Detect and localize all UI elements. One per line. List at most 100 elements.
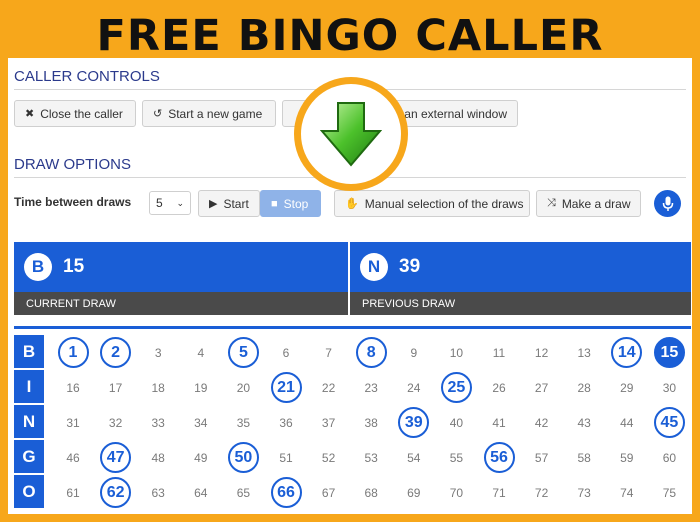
board-cell[interactable]: 26 [478, 370, 520, 405]
board-cell[interactable]: 45 [648, 405, 690, 440]
current-draw-panel: B 15 [14, 242, 348, 292]
board-cell[interactable]: 56 [478, 440, 520, 475]
board-cell[interactable]: 8 [350, 335, 392, 370]
time-between-draws-select[interactable]: 5 ⌄ [149, 191, 191, 215]
board-cell[interactable]: 69 [393, 475, 435, 510]
board-cell[interactable]: 29 [606, 370, 648, 405]
start-label: Start [223, 196, 249, 211]
board-cell[interactable]: 51 [265, 440, 307, 475]
board-cell[interactable]: 44 [606, 405, 648, 440]
board-cell[interactable]: 72 [521, 475, 563, 510]
chevron-down-icon: ⌄ [176, 197, 184, 208]
board-cell[interactable]: 34 [180, 405, 222, 440]
board-cell[interactable]: 23 [350, 370, 392, 405]
board-cell[interactable]: 33 [137, 405, 179, 440]
board-cell[interactable]: 70 [435, 475, 477, 510]
board-cell[interactable]: 63 [137, 475, 179, 510]
board-row-letter: I [14, 370, 44, 403]
x-icon: ✖ [25, 108, 35, 120]
board-cell[interactable]: 47 [95, 440, 137, 475]
board-cell[interactable]: 54 [393, 440, 435, 475]
board-cell[interactable]: 21 [265, 370, 307, 405]
called-number: 15 [653, 337, 685, 368]
board-cell[interactable]: 4 [180, 335, 222, 370]
board-cell[interactable]: 59 [606, 440, 648, 475]
board-cell[interactable]: 9 [393, 335, 435, 370]
called-number: 14 [611, 337, 643, 368]
board-cell[interactable]: 66 [265, 475, 307, 510]
board-cell[interactable]: 41 [478, 405, 520, 440]
board-cell[interactable]: 74 [606, 475, 648, 510]
board-cell[interactable]: 31 [52, 405, 94, 440]
board-cell[interactable]: 55 [435, 440, 477, 475]
board-cell[interactable]: 15 [648, 335, 690, 370]
board-cell[interactable]: 52 [308, 440, 350, 475]
make-draw-button[interactable]: ⤨ Make a draw [536, 190, 641, 217]
board-cell[interactable]: 61 [52, 475, 94, 510]
board-cell[interactable]: 60 [648, 440, 690, 475]
board-cell[interactable]: 16 [52, 370, 94, 405]
board-cell[interactable]: 49 [180, 440, 222, 475]
board-cell[interactable]: 46 [52, 440, 94, 475]
board-cell[interactable]: 7 [308, 335, 350, 370]
board-cell[interactable]: 50 [222, 440, 264, 475]
board-cell[interactable]: 37 [308, 405, 350, 440]
board-cell[interactable]: 22 [308, 370, 350, 405]
board-cell[interactable]: 62 [95, 475, 137, 510]
board-cell[interactable]: 42 [521, 405, 563, 440]
board-cell[interactable]: 5 [222, 335, 264, 370]
time-value: 5 [156, 196, 163, 210]
board-cell[interactable]: 30 [648, 370, 690, 405]
called-number: 5 [227, 337, 259, 368]
board-cell[interactable]: 53 [350, 440, 392, 475]
stop-button[interactable]: ■ Stop [260, 190, 321, 217]
board-cell[interactable]: 75 [648, 475, 690, 510]
make-draw-label: Make a draw [561, 196, 631, 211]
current-draw-letter: B [24, 253, 52, 281]
board-cell[interactable]: 20 [222, 370, 264, 405]
board-cell[interactable]: 1 [52, 335, 94, 370]
board-cell[interactable]: 24 [393, 370, 435, 405]
board-cell[interactable]: 2 [95, 335, 137, 370]
board-cell[interactable]: 35 [222, 405, 264, 440]
board-cell[interactable]: 11 [478, 335, 520, 370]
new-game-button[interactable]: ↺ Start a new game [142, 100, 276, 127]
board-cell[interactable]: 73 [563, 475, 605, 510]
board-cell[interactable]: 28 [563, 370, 605, 405]
board-cell[interactable]: 71 [478, 475, 520, 510]
board-cell[interactable]: 3 [137, 335, 179, 370]
microphone-button[interactable] [654, 190, 681, 217]
board-cell[interactable]: 19 [180, 370, 222, 405]
previous-draw-caption: PREVIOUS DRAW [350, 292, 691, 315]
board-cell[interactable]: 17 [95, 370, 137, 405]
board-cell[interactable]: 13 [563, 335, 605, 370]
board-cell[interactable]: 36 [265, 405, 307, 440]
board-cell[interactable]: 14 [606, 335, 648, 370]
board-cell[interactable]: 10 [435, 335, 477, 370]
start-button[interactable]: ▶ Start [198, 190, 260, 217]
board-cell[interactable]: 57 [521, 440, 563, 475]
board-cell[interactable]: 68 [350, 475, 392, 510]
board-cell[interactable]: 64 [180, 475, 222, 510]
board-cell[interactable]: 25 [435, 370, 477, 405]
board-cell[interactable]: 67 [308, 475, 350, 510]
board-cell[interactable]: 32 [95, 405, 137, 440]
called-number: 21 [270, 372, 302, 403]
board-cell[interactable]: 6 [265, 335, 307, 370]
board-cell[interactable]: 27 [521, 370, 563, 405]
board-cell[interactable]: 39 [393, 405, 435, 440]
close-caller-button[interactable]: ✖ Close the caller [14, 100, 136, 127]
board-cell[interactable]: 48 [137, 440, 179, 475]
board-cell[interactable]: 43 [563, 405, 605, 440]
headline: FREE BINGO CALLER [96, 11, 604, 61]
board-cell[interactable]: 18 [137, 370, 179, 405]
board-cell[interactable]: 58 [563, 440, 605, 475]
board-cell[interactable]: 12 [521, 335, 563, 370]
board-cell[interactable]: 65 [222, 475, 264, 510]
manual-selection-button[interactable]: ✋ Manual selection of the draws [334, 190, 530, 217]
board-cell[interactable]: 40 [435, 405, 477, 440]
hand-icon: ✋ [345, 198, 359, 210]
board-row-letter: B [14, 335, 44, 368]
board-cell[interactable]: 38 [350, 405, 392, 440]
called-number: 1 [57, 337, 89, 368]
